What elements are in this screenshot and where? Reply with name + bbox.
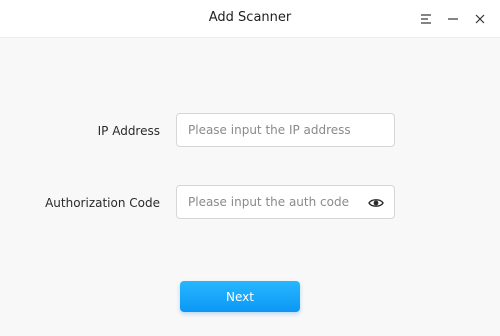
auth-code-field xyxy=(176,185,395,219)
minimize-icon[interactable] xyxy=(443,9,463,29)
menu-icon[interactable] xyxy=(416,9,436,29)
add-scanner-dialog: Add Scanner IP Address Authorization Cod… xyxy=(0,0,500,336)
title-bar: Add Scanner xyxy=(0,0,500,38)
ip-address-label: IP Address xyxy=(97,124,160,138)
eye-icon[interactable] xyxy=(368,195,384,211)
ip-address-input[interactable] xyxy=(177,114,394,146)
auth-code-input[interactable] xyxy=(177,186,394,218)
auth-code-label: Authorization Code xyxy=(45,196,160,210)
close-icon[interactable] xyxy=(470,9,490,29)
next-button[interactable]: Next xyxy=(180,281,300,312)
ip-address-field xyxy=(176,113,395,147)
